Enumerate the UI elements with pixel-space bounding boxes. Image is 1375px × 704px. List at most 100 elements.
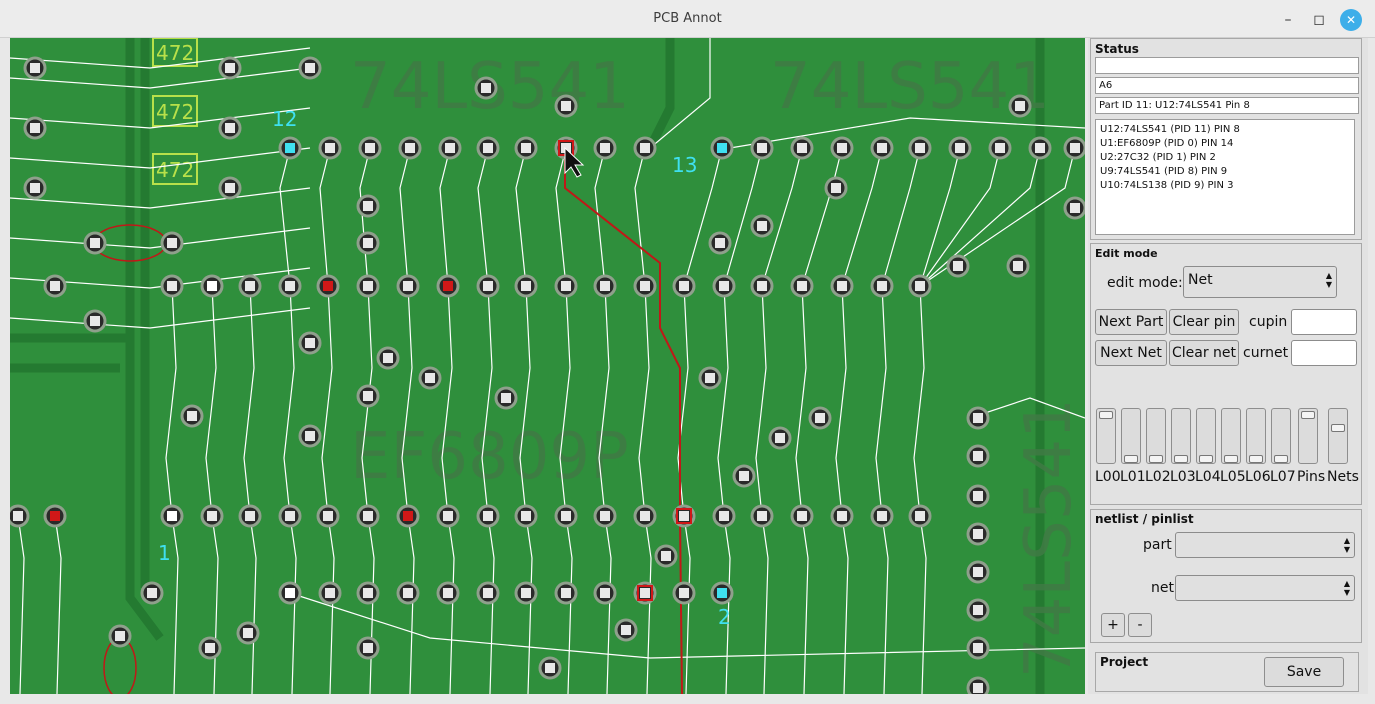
- pin-marker: [1070, 203, 1080, 213]
- list-item[interactable]: U2:27C32 (PID 1) PIN 2: [1100, 151, 1350, 165]
- pin-marker: [757, 143, 767, 153]
- pin-marker: [679, 281, 689, 291]
- pin-label-1: 1: [158, 541, 171, 565]
- pin-marker: [363, 281, 373, 291]
- slider-handle[interactable]: [1301, 411, 1315, 419]
- pin-marker: [50, 281, 60, 291]
- layer-slider-l00[interactable]: [1096, 408, 1116, 464]
- edit-mode-select[interactable]: Net ▲ ▼: [1183, 266, 1337, 298]
- pin-marker: [167, 238, 177, 248]
- status-field-3: Part ID 11: U12:74LS541 Pin 8: [1095, 97, 1359, 114]
- pin-marker: [719, 511, 729, 521]
- pin-marker: [305, 431, 315, 441]
- layer-slider-l05[interactable]: [1221, 408, 1241, 464]
- curnet-input[interactable]: [1291, 340, 1357, 366]
- pin-marker: [323, 511, 333, 521]
- layer-slider-l07[interactable]: [1271, 408, 1291, 464]
- pin-marker: [973, 605, 983, 615]
- pin-marker: [425, 373, 435, 383]
- layer-slider-pins[interactable]: [1298, 408, 1318, 464]
- slider-handle[interactable]: [1249, 455, 1263, 463]
- layer-slider-nets[interactable]: [1328, 408, 1348, 464]
- net-select[interactable]: ▲ ▼: [1175, 575, 1355, 601]
- pin-marker: [640, 143, 650, 153]
- pin-marker: [877, 511, 887, 521]
- pin-marker: [717, 588, 727, 598]
- slider-handle[interactable]: [1099, 411, 1113, 419]
- pin-marker: [363, 391, 373, 401]
- pin-marker: [363, 201, 373, 211]
- pin-marker: [481, 83, 491, 93]
- pin-marker: [877, 281, 887, 291]
- pin-marker: [30, 183, 40, 193]
- slider-handle[interactable]: [1199, 455, 1213, 463]
- pin-marker: [561, 281, 571, 291]
- pin-marker: [757, 281, 767, 291]
- list-item[interactable]: U10:74LS138 (PID 9) PIN 3: [1100, 179, 1350, 193]
- pin-list[interactable]: U12:74LS541 (PID 11) PIN 8 U1:EF6809P (P…: [1095, 119, 1355, 235]
- pin-marker: [621, 625, 631, 635]
- pin-marker: [325, 143, 335, 153]
- pin-marker: [225, 183, 235, 193]
- pin-label-12: 12: [272, 107, 297, 131]
- slider-handle[interactable]: [1124, 455, 1138, 463]
- list-item[interactable]: U1:EF6809P (PID 0) PIN 14: [1100, 137, 1350, 151]
- net-label: net: [1151, 580, 1174, 596]
- remove-button[interactable]: -: [1128, 613, 1152, 637]
- close-icon[interactable]: ✕: [1340, 9, 1362, 31]
- pin-marker: [973, 567, 983, 577]
- pin-marker: [815, 413, 825, 423]
- slider-handle[interactable]: [1174, 455, 1188, 463]
- next-net-button[interactable]: Next Net: [1095, 340, 1167, 366]
- pin-label-13: 13: [672, 153, 697, 177]
- pin-label-2: 2: [718, 605, 731, 629]
- pin-marker: [483, 588, 493, 598]
- pin-marker: [187, 411, 197, 421]
- pcb-image[interactable]: 74LS541 74LS541 EF6809P 74LS541 472 472 …: [10, 38, 1085, 694]
- layer-slider-l02[interactable]: [1146, 408, 1166, 464]
- slider-handle[interactable]: [1274, 455, 1288, 463]
- pin-marker: [207, 281, 217, 291]
- pin-marker: [973, 683, 983, 693]
- pin-marker: [837, 143, 847, 153]
- layer-slider-l06[interactable]: [1246, 408, 1266, 464]
- resistor-label: 472: [156, 41, 194, 65]
- pin-marker: [365, 143, 375, 153]
- save-button[interactable]: Save: [1264, 657, 1344, 687]
- part-select[interactable]: ▲ ▼: [1175, 532, 1355, 558]
- pin-marker: [305, 63, 315, 73]
- pin-marker: [403, 588, 413, 598]
- part-label: part: [1143, 537, 1172, 553]
- pin-marker: [245, 281, 255, 291]
- maximize-icon[interactable]: ◻: [1308, 9, 1330, 31]
- list-item[interactable]: U9:74LS541 (PID 8) PIN 9: [1100, 165, 1350, 179]
- pin-marker: [757, 221, 767, 231]
- next-part-button[interactable]: Next Part: [1095, 309, 1167, 335]
- slider-handle[interactable]: [1224, 455, 1238, 463]
- layer-label: L00: [1095, 469, 1121, 485]
- layer-slider-l01[interactable]: [1121, 408, 1141, 464]
- minimize-icon[interactable]: –: [1277, 9, 1299, 31]
- netlist-title: netlist / pinlist: [1095, 512, 1194, 526]
- slider-handle[interactable]: [1331, 424, 1345, 433]
- layer-slider-l03[interactable]: [1171, 408, 1191, 464]
- clear-pin-button[interactable]: Clear pin: [1169, 309, 1239, 335]
- resistor-label: 472: [156, 158, 194, 182]
- pin-marker: [661, 551, 671, 561]
- layer-slider-l04[interactable]: [1196, 408, 1216, 464]
- pcb-canvas[interactable]: 74LS541 74LS541 EF6809P 74LS541 472 472 …: [10, 38, 1085, 694]
- add-button[interactable]: +: [1101, 613, 1125, 637]
- status-field-1: [1095, 57, 1359, 74]
- cupin-input[interactable]: [1291, 309, 1357, 335]
- curnet-label: curnet: [1243, 345, 1289, 361]
- clear-net-button[interactable]: Clear net: [1169, 340, 1239, 366]
- slider-handle[interactable]: [1149, 455, 1163, 463]
- status-field-2: A6: [1095, 77, 1359, 94]
- list-item[interactable]: U12:74LS541 (PID 11) PIN 8: [1100, 123, 1350, 137]
- side-panel: Status A6 Part ID 11: U12:74LS541 Pin 8 …: [1088, 38, 1368, 694]
- window-title: PCB Annot: [653, 11, 722, 26]
- layer-label: L06: [1245, 469, 1271, 485]
- pin-marker: [483, 511, 493, 521]
- pin-marker: [640, 281, 650, 291]
- pin-marker: [717, 143, 727, 153]
